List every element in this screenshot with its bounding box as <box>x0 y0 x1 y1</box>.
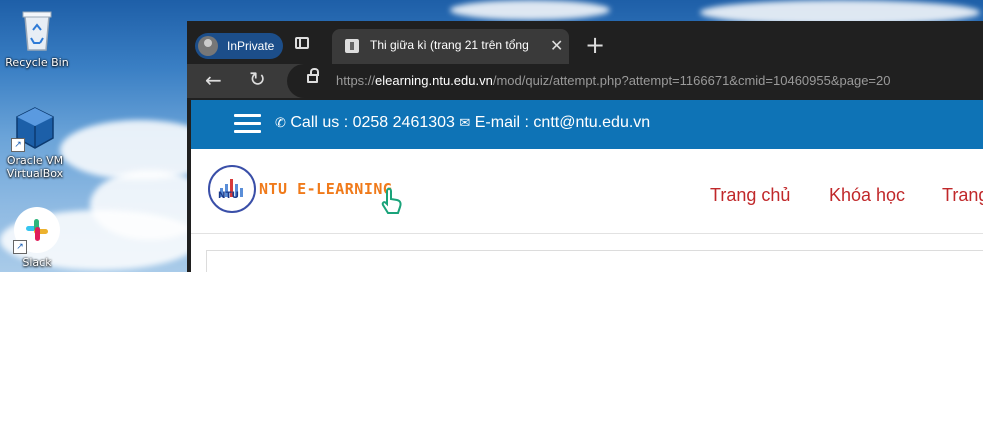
tab-actions-icon[interactable] <box>295 37 309 49</box>
virtualbox-icon: ↗ <box>11 104 59 152</box>
pointing-hand-icon <box>379 187 405 215</box>
desktop-icon-virtualbox[interactable]: ↗ Oracle VM VirtualBox <box>0 104 70 180</box>
profile-avatar-icon <box>198 36 218 56</box>
navigation-bar: ← ↻ https://elearning.ntu.edu.vn/mod/qui… <box>187 64 983 98</box>
contact-info: ✆ Call us : 0258 2461303 ✉ E-mail : cntt… <box>275 114 650 132</box>
tab-active[interactable]: Thi giữa kì (trang 21 trên tổng số ✕ <box>332 29 569 64</box>
shortcut-arrow-icon: ↗ <box>13 240 27 254</box>
desktop-icon-recycle-bin[interactable]: Recycle Bin <box>2 6 72 69</box>
desktop-icon-label: Recycle Bin <box>5 56 69 69</box>
desktop-icon-label: Slack <box>22 256 52 269</box>
tab-title: Thi giữa kì (trang 21 trên tổng số <box>370 38 530 52</box>
site-header: NTU NTU E-LEARNING Trang chủ Khóa học Tr… <box>191 149 983 234</box>
desktop-icon-label: Oracle VM VirtualBox <box>6 154 64 180</box>
inprivate-label: InPrivate <box>227 39 275 53</box>
envelope-icon: ✉ <box>459 115 471 130</box>
slack-icon: ↗ <box>13 206 61 254</box>
url-domain: elearning.ntu.edu.vn <box>375 73 493 88</box>
phone-text: Call us : 0258 2461303 <box>290 114 455 131</box>
url-scheme: https:// <box>336 73 376 88</box>
browser-window: InPrivate Thi giữa kì (trang 21 trên tổn… <box>187 21 983 272</box>
tab-strip: InPrivate Thi giữa kì (trang 21 trên tổn… <box>187 21 983 64</box>
menu-item-pages[interactable]: Trang <box>942 185 983 206</box>
tab-favicon-icon <box>345 39 359 53</box>
lock-icon[interactable] <box>307 68 319 83</box>
menu-item-home[interactable]: Trang chủ <box>710 185 790 206</box>
desktop-icon-slack[interactable]: ↗ Slack <box>2 206 72 269</box>
url-path: /mod/quiz/attempt.php?attempt=1166671&cm… <box>492 73 891 88</box>
url-text: https://elearning.ntu.edu.vn/mod/quiz/at… <box>336 73 891 88</box>
hamburger-menu-icon[interactable] <box>234 114 261 134</box>
phone-icon: ✆ <box>275 115 286 130</box>
new-tab-button[interactable]: + <box>585 32 605 58</box>
shortcut-arrow-icon: ↗ <box>11 138 25 152</box>
tab-close-icon[interactable]: ✕ <box>550 36 563 56</box>
email-text: E-mail : cntt@ntu.edu.vn <box>474 114 651 131</box>
desktop: Recycle Bin ↗ Oracle VM VirtualBox ↗ Sla <box>0 0 983 272</box>
site-logo-text[interactable]: NTU E-LEARNING <box>259 180 392 198</box>
site-topbar: ✆ Call us : 0258 2461303 ✉ E-mail : cntt… <box>191 100 983 149</box>
menu-item-courses[interactable]: Khóa học <box>829 185 905 206</box>
recycle-bin-icon <box>13 6 61 54</box>
inprivate-badge[interactable]: InPrivate <box>195 33 283 59</box>
address-bar[interactable]: https://elearning.ntu.edu.vn/mod/quiz/at… <box>287 64 983 98</box>
content-card <box>206 250 983 272</box>
web-page: ✆ Call us : 0258 2461303 ✉ E-mail : cntt… <box>191 100 983 272</box>
back-arrow-icon[interactable]: ← <box>205 69 222 91</box>
emblem-text: NTU <box>218 191 239 201</box>
ntu-emblem-logo[interactable]: NTU <box>208 165 256 213</box>
reload-icon[interactable]: ↻ <box>249 68 266 90</box>
